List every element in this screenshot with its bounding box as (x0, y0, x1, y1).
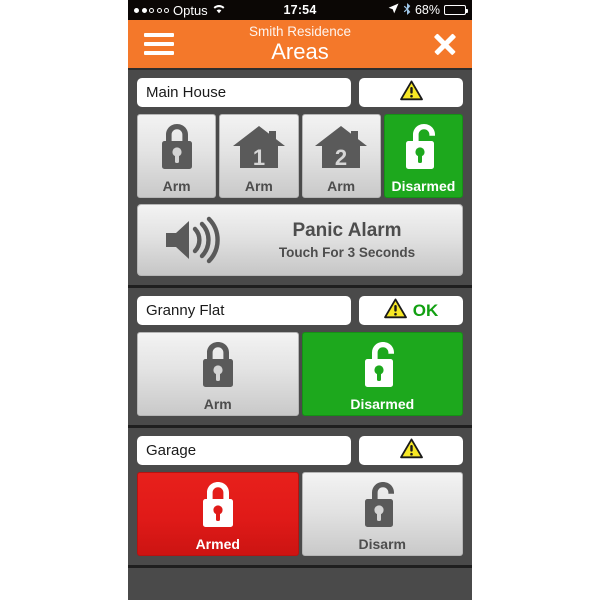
signal-strength-icon (134, 7, 169, 13)
padlock-open-icon (303, 333, 463, 397)
status-bar-right: 68% (317, 2, 469, 18)
area-action-button[interactable]: Armed (137, 472, 299, 556)
area-button-row: Arm 1 Arm 2 Arm Disarmed (137, 114, 463, 198)
page-title: Areas (271, 38, 329, 64)
area-action-button[interactable]: Disarm (301, 472, 463, 556)
area-action-button[interactable]: Arm (137, 114, 217, 198)
location-arrow-icon (388, 3, 399, 17)
padlock-closed-icon (138, 115, 215, 179)
close-icon[interactable] (432, 31, 458, 57)
area-name-field[interactable]: Granny Flat (137, 296, 351, 325)
area-header-row: Garage (137, 436, 463, 465)
carrier-label: Optus (173, 2, 208, 18)
bluetooth-icon (403, 2, 411, 18)
house-1-icon: 1 (220, 115, 297, 179)
padlock-open-icon (303, 473, 463, 537)
panic-alarm-button[interactable]: Panic Alarm Touch For 3 Seconds (137, 204, 463, 276)
padlock-closed-icon (138, 333, 298, 397)
status-bar-left: Optus (134, 3, 284, 18)
area-action-label: Arm (203, 395, 232, 412)
area-action-button[interactable]: Arm (137, 332, 299, 416)
warning-triangle-icon (399, 438, 423, 464)
area-button-row: Arm Disarmed (137, 332, 463, 416)
area-header-row: Main House (137, 78, 463, 107)
app-header: Smith Residence Areas (128, 20, 472, 70)
clock-label: 17:54 (283, 3, 317, 17)
battery-icon (444, 5, 469, 15)
area-action-label: Arm (162, 177, 191, 194)
area-button-row: Armed Disarm (137, 472, 463, 556)
hamburger-menu-icon[interactable] (144, 33, 174, 55)
area-action-label: Armed (195, 535, 240, 552)
area-name-field[interactable]: Main House (137, 78, 351, 107)
padlock-closed-icon (138, 473, 298, 537)
svg-text:2: 2 (335, 145, 347, 170)
wifi-icon (212, 3, 226, 17)
phone-screen: Optus 17:54 68% Smith Residence Areas Ma… (128, 0, 472, 600)
panic-text: Panic Alarm Touch For 3 Seconds (248, 220, 462, 260)
panic-subtitle: Touch For 3 Seconds (278, 245, 416, 260)
area-action-label: Disarm (358, 535, 406, 552)
area-action-button[interactable]: Disarmed (383, 114, 463, 198)
site-name-label: Smith Residence (248, 24, 352, 40)
panic-title: Panic Alarm (292, 220, 402, 241)
area-panel: Granny Flat OK Arm Disarmed (128, 288, 472, 428)
area-action-label: Arm (327, 177, 356, 194)
padlock-open-icon (385, 115, 462, 179)
status-bar: Optus 17:54 68% (128, 0, 472, 20)
header-titles: Smith Residence Areas (128, 25, 472, 63)
area-action-button[interactable]: 1 Arm (219, 114, 299, 198)
area-action-label: Disarmed (350, 395, 415, 412)
area-action-button[interactable]: 2 Arm (301, 114, 381, 198)
area-action-button[interactable]: Disarmed (301, 332, 463, 416)
house-2-icon: 2 (303, 115, 380, 179)
area-panel: Garage Armed Disarm (128, 428, 472, 568)
warning-triangle-icon (383, 298, 407, 324)
area-status-field[interactable]: OK (359, 296, 463, 325)
area-action-label: Disarmed (391, 177, 456, 194)
area-status-field[interactable] (359, 78, 463, 107)
area-name-field[interactable]: Garage (137, 436, 351, 465)
areas-list: Main House Arm 1 Arm 2 Arm Disarmed Panic Alarm… (128, 70, 472, 568)
area-header-row: Granny Flat OK (137, 296, 463, 325)
svg-text:1: 1 (253, 145, 265, 170)
status-ok-label: OK (412, 300, 439, 320)
battery-percent-label: 68% (414, 3, 441, 17)
warning-triangle-icon (399, 80, 423, 106)
area-panel: Main House Arm 1 Arm 2 Arm Disarmed Panic Alarm… (128, 70, 472, 288)
area-action-label: Arm (244, 177, 273, 194)
speaker-icon (138, 216, 248, 264)
area-status-field[interactable] (359, 436, 463, 465)
